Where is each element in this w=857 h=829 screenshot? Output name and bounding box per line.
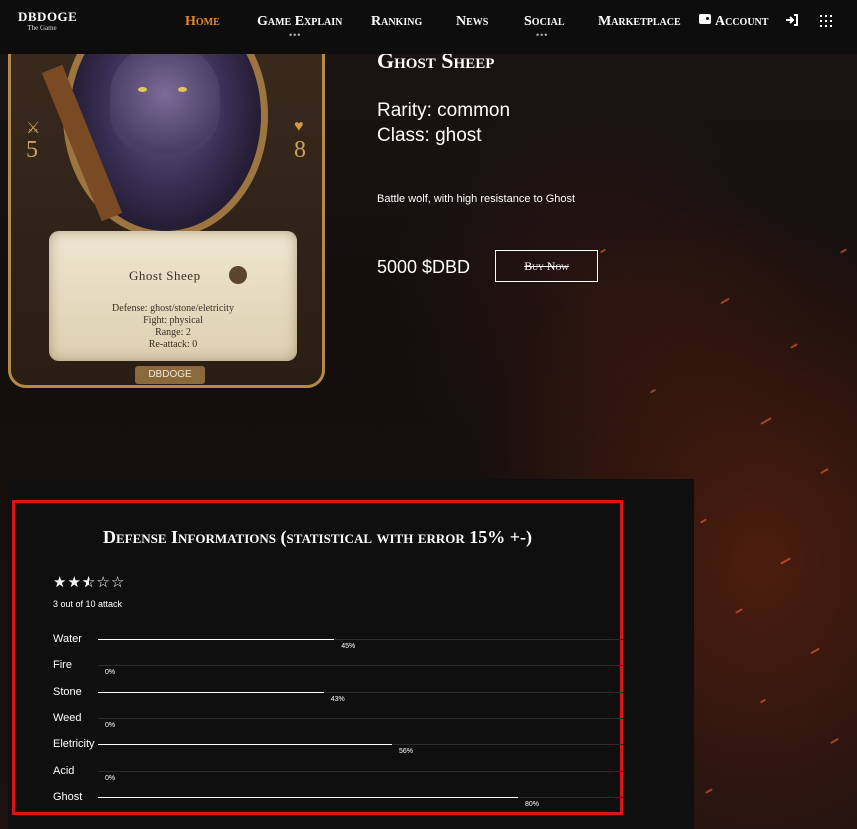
creature-card: ⚔ 5 ♥ 8 Ghost Sheep Defense: ghost/stone… [8,30,325,388]
defense-bar-fill [98,691,324,693]
sign-in-icon[interactable] [785,13,799,27]
wolf-portrait [110,45,220,155]
item-rarity: Rarity: common [377,100,511,121]
social-submenu-indicator: ••• [536,30,549,40]
defense-row-water: Water 45% [53,630,623,656]
game-explain-submenu-indicator: ••• [289,30,302,40]
nav-game-explain[interactable]: Game Explain [257,14,342,30]
card-name: Ghost Sheep [129,268,201,283]
star-empty-icon: ☆ [110,574,126,591]
card-line-range: Range: 2 [155,327,191,338]
defense-percent: 0% [105,669,116,677]
nav-news[interactable]: News [456,14,488,30]
defense-label: Weed [53,711,82,724]
defense-label: Fire [53,659,72,672]
heart-icon: ♥ [294,118,304,135]
defense-percent: 45% [341,643,356,650]
defense-information-panel: Defense Informations (statistical with e… [12,500,623,815]
site-logo[interactable]: DBDOGE The Game [18,9,78,33]
buy-now-button[interactable]: Buy Now [495,250,598,282]
card-portrait-frame [63,33,268,238]
defense-title: Defense Informations (statistical with e… [102,527,533,547]
defense-bar-track [98,717,623,719]
defense-percent: 56% [399,748,414,756]
defense-percent: 0% [105,721,116,729]
logo-title: DBDOGE [18,9,78,24]
top-navigation-bar: DBDOGE The Game Home Game Explain ••• Ra… [0,0,857,54]
defense-bar-track [98,665,623,667]
defense-bar-track [98,770,623,772]
apps-grid-icon[interactable] [820,15,832,27]
item-class: Class: ghost [377,125,482,146]
nav-social[interactable]: Social [524,14,565,30]
defense-row-stone: Stone 43% [53,683,623,709]
card-line-fight: Fight: physical [143,315,203,326]
defense-percent: 0% [105,774,116,782]
nav-ranking[interactable]: Ranking [371,14,422,30]
defense-row-fire: Fire 0% [53,656,623,682]
item-price: 5000 $DBD [377,257,471,277]
defense-row-eletricity: Eletricity 56% [53,735,623,761]
defense-percent: 43% [330,695,345,703]
star-empty-icon: ☆ [96,574,111,591]
rating-stars: ★★☆★☆☆ [53,573,125,591]
defense-percent: 80% [525,800,540,808]
defense-row-weed: Weed 0% [53,709,623,735]
card-stats-text: Defense: ghost/stone/eletricity Fight: p… [49,303,297,351]
nav-account[interactable]: Account [715,14,768,30]
nav-marketplace[interactable]: Marketplace [598,14,681,30]
card-line-defense: Defense: ghost/stone/eletricity [112,303,234,314]
nav-home[interactable]: Home [185,14,220,30]
defense-label: Water [53,633,82,645]
card-brand-label: DBDOGE [135,366,205,384]
star-full-icon: ★ [53,574,68,591]
defense-label: Eletricity [53,738,95,751]
defense-bar-fill [98,639,335,640]
attack-rating-text: 3 out of 10 attack [53,599,123,609]
logo-subtitle: The Game [27,24,57,32]
defense-bar-fill [98,744,392,746]
defense-row-ghost: Ghost 80% [53,788,623,814]
defense-label: Ghost [53,790,83,803]
defense-row-acid: Acid 0% [53,762,623,788]
item-description: Battle wolf, with high resistance to Gho… [377,193,576,205]
star-full-icon: ★ [67,574,82,591]
card-parchment: Ghost Sheep Defense: ghost/stone/eletric… [49,231,297,361]
wallet-icon[interactable] [699,14,711,24]
card-emblem-icon [229,266,247,284]
card-attack-value: 5 [26,137,38,163]
defense-bar-fill [98,796,518,798]
defense-label: Stone [53,685,82,698]
star-half-icon: ☆★ [81,574,97,591]
card-health-value: 8 [294,137,306,163]
sword-icon: ⚔ [26,120,41,137]
defense-label: Acid [53,764,75,777]
card-line-reattack: Re-attack: 0 [148,339,198,350]
